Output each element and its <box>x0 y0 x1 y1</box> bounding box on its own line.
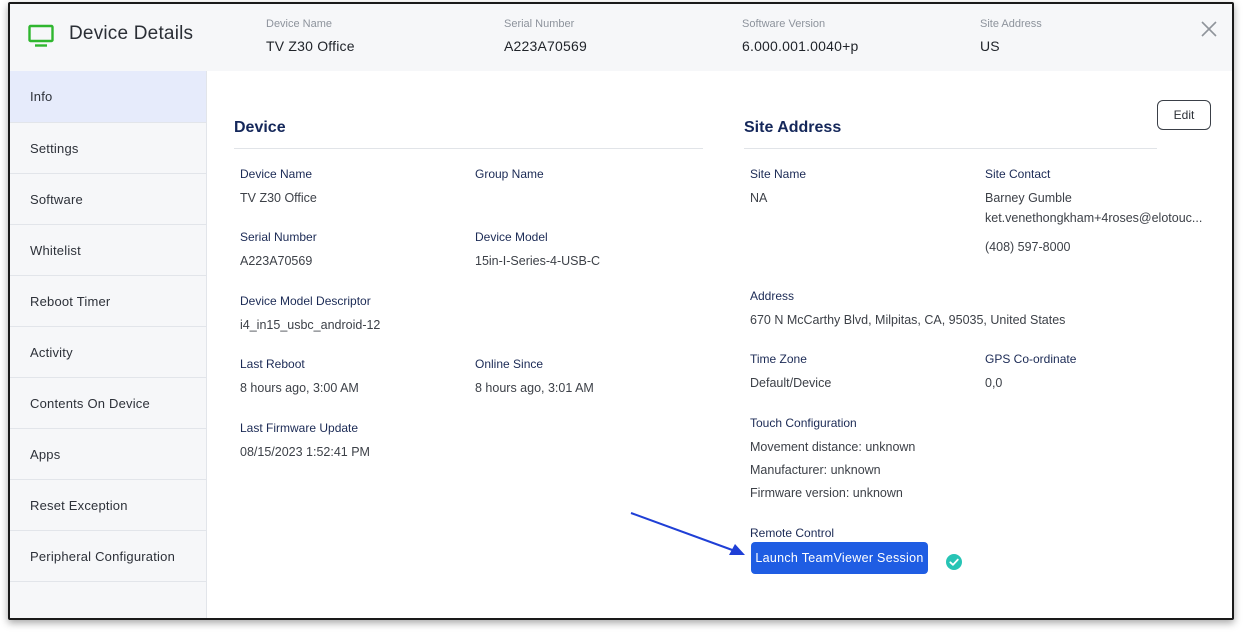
field-label: Device Model <box>475 230 548 244</box>
edit-button[interactable]: Edit <box>1157 100 1211 130</box>
sidebar: Info Settings Software Whitelist Reboot … <box>10 71 207 618</box>
header-serial-number: Serial Number A223A70569 <box>504 18 587 54</box>
sidebar-item-contents-on-device[interactable]: Contents On Device <box>10 378 206 429</box>
device-model-descriptor-field: Device Model Descriptor i4_in15_usbc_and… <box>240 294 380 334</box>
field-label: Site Name <box>750 167 807 181</box>
field-value: i4_in15_usbc_android-12 <box>240 318 381 332</box>
site-section-divider <box>744 148 1157 149</box>
header-field-label: Serial Number <box>504 18 575 30</box>
device-section-title: Device <box>234 119 286 136</box>
field-value: 15in-I-Series-4-USB-C <box>475 254 601 268</box>
field-label: Online Since <box>475 357 544 371</box>
header-field-value: TV Z30 Office <box>266 38 355 54</box>
sidebar-item-reset-exception[interactable]: Reset Exception <box>10 480 206 531</box>
field-value: 08/15/2023 1:52:41 PM <box>240 445 370 459</box>
field-label: Serial Number <box>240 230 317 244</box>
field-value: NA <box>750 191 768 205</box>
field-label: Address <box>750 289 795 303</box>
header-field-value: A223A70569 <box>504 38 587 54</box>
device-section-divider <box>234 148 703 149</box>
page-title: Device Details <box>69 23 194 44</box>
field-label: GPS Co-ordinate <box>985 352 1077 366</box>
field-label: Last Reboot <box>240 357 305 371</box>
site-contact-field: Site Contact Barney Gumble ket.venethong… <box>985 167 1202 256</box>
touch-manufacturer-value: Manufacturer: unknown <box>750 463 881 477</box>
field-value: 8 hours ago, 3:00 AM <box>240 381 359 395</box>
field-value: Default/Device <box>750 376 832 390</box>
site-address-section-title: Site Address <box>744 119 842 136</box>
site-contact-name: Barney Gumble <box>985 191 1072 205</box>
sidebar-item-settings[interactable]: Settings <box>10 123 206 174</box>
sidebar-item-activity[interactable]: Activity <box>10 327 206 378</box>
site-name-field: Site Name NA <box>750 167 806 207</box>
field-label: Device Model Descriptor <box>240 294 371 308</box>
touch-configuration-field: Touch Configuration Movement distance: u… <box>750 416 915 502</box>
gps-coordinate-field: GPS Co-ordinate 0,0 <box>985 352 1076 392</box>
header: Device Details Device Name TV Z30 Office… <box>10 4 1232 71</box>
touch-firmware-value: Firmware version: unknown <box>750 486 903 500</box>
device-details-window: Device Details Device Name TV Z30 Office… <box>8 2 1234 620</box>
header-field-value: 6.000.001.0040+p <box>742 38 859 54</box>
header-field-label: Software Version <box>742 18 826 30</box>
close-icon[interactable] <box>1198 18 1220 40</box>
field-label: Site Contact <box>985 167 1051 181</box>
field-value: 670 N McCarthy Blvd, Milpitas, CA, 95035… <box>750 313 1066 327</box>
launch-teamviewer-button[interactable]: Launch TeamViewer Session <box>751 542 928 574</box>
online-since-field: Online Since 8 hours ago, 3:01 AM <box>475 357 594 397</box>
remote-control-label-wrap: Remote Control <box>750 526 834 540</box>
device-model-field: Device Model 15in-I-Series-4-USB-C <box>475 230 600 270</box>
header-field-label: Device Name <box>266 18 333 30</box>
monitor-icon <box>28 24 54 47</box>
last-firmware-update-field: Last Firmware Update 08/15/2023 1:52:41 … <box>240 421 370 461</box>
check-circle-icon <box>946 554 962 570</box>
sidebar-item-reboot-timer[interactable]: Reboot Timer <box>10 276 206 327</box>
field-label: Device Name <box>240 167 313 181</box>
address-field: Address 670 N McCarthy Blvd, Milpitas, C… <box>750 289 1065 329</box>
sidebar-item-apps[interactable]: Apps <box>10 429 206 480</box>
field-label: Touch Configuration <box>750 416 857 430</box>
touch-movement-value: Movement distance: unknown <box>750 440 916 454</box>
field-label: Time Zone <box>750 352 807 366</box>
sidebar-item-software[interactable]: Software <box>10 174 206 225</box>
header-device-name: Device Name TV Z30 Office <box>266 18 355 54</box>
device-name-field: Device Name TV Z30 Office <box>240 167 317 207</box>
last-reboot-field: Last Reboot 8 hours ago, 3:00 AM <box>240 357 359 397</box>
serial-number-field: Serial Number A223A70569 <box>240 230 317 270</box>
annotation-arrow-icon <box>630 512 745 555</box>
sidebar-item-peripheral-configuration[interactable]: Peripheral Configuration <box>10 531 206 582</box>
header-field-label: Site Address <box>980 18 1042 30</box>
remote-control-label: Remote Control <box>750 526 835 540</box>
field-value: TV Z30 Office <box>240 191 317 205</box>
site-contact-phone: (408) 597-8000 <box>985 240 1071 254</box>
sidebar-item-whitelist[interactable]: Whitelist <box>10 225 206 276</box>
sidebar-item-info[interactable]: Info <box>10 71 206 123</box>
field-value: 8 hours ago, 3:01 AM <box>475 381 594 395</box>
field-label: Group Name <box>475 167 544 181</box>
header-field-value: US <box>980 38 1000 54</box>
field-label: Last Firmware Update <box>240 421 359 435</box>
header-software-version: Software Version 6.000.001.0040+p <box>742 18 858 54</box>
main-content: Device Device Name TV Z30 Office Group N… <box>207 71 1232 618</box>
field-value: A223A70569 <box>240 254 313 268</box>
time-zone-field: Time Zone Default/Device <box>750 352 831 392</box>
group-name-field: Group Name <box>475 167 544 190</box>
header-site-address: Site Address US <box>980 18 1042 54</box>
site-contact-email: ket.venethongkham+4roses@elotouc... <box>985 211 1203 225</box>
field-value: 0,0 <box>985 376 1003 390</box>
